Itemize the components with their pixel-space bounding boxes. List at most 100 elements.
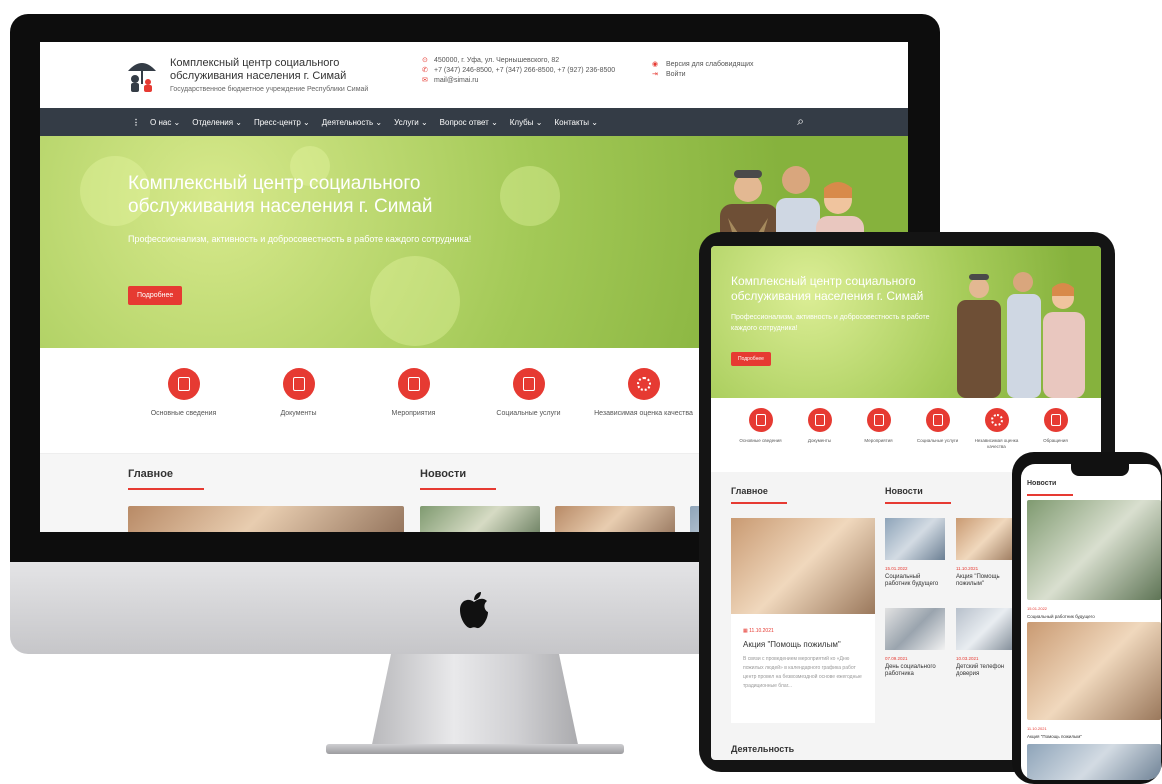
section-underline [1027, 494, 1073, 496]
phone-icon: ✆ [422, 67, 428, 74]
quick-link-info[interactable]: Основные сведения [126, 368, 241, 453]
quick-link-events[interactable]: Мероприятия [356, 368, 471, 453]
low-vision-link[interactable]: Версия для слабовидящих [666, 61, 754, 68]
desktop-stand-base [326, 744, 624, 754]
phone-screen: Новости 15.01.2022 Социальный работник б… [1021, 464, 1161, 780]
hero-title: Комплексный центр социального обслуживан… [128, 173, 433, 217]
nav-item-services[interactable]: Услуги ⌄ [394, 118, 428, 127]
section-underline [128, 488, 204, 490]
quick-link-documents[interactable]: Документы [790, 408, 849, 472]
quick-link-label: Социальные услуги [916, 438, 959, 443]
menu-dots-icon[interactable]: ⋮ [132, 118, 140, 127]
main-photo[interactable] [128, 506, 404, 532]
news-title[interactable]: Социальный работник будущего [885, 574, 945, 588]
document-icon [282, 368, 315, 400]
eye-icon: ◉ [652, 61, 659, 68]
tablet-hero-title: Комплексный центр социального обслуживан… [731, 274, 924, 303]
tablet-hero-subtitle: Профессионализм, активность и добросовес… [731, 314, 930, 332]
clipboard-icon [925, 408, 950, 432]
phone-notch [1071, 464, 1129, 476]
quick-link-services[interactable]: Социальные услуги [471, 368, 586, 453]
address-text: 450000, г. Уфа, ул. Чернышевского, 82 [434, 57, 560, 64]
header-links: ◉ Версия для слабовидящих ⇥ Войти [652, 60, 754, 80]
quick-link-label: Документы [807, 438, 832, 443]
desktop-stand [370, 654, 580, 754]
feature-title[interactable]: Акция "Помощь пожилым" [743, 640, 875, 649]
news-photo [885, 608, 945, 650]
site-header: Комплексный центр социального обслуживан… [40, 42, 908, 108]
nav-item-contacts[interactable]: Контакты ⌄ [554, 118, 597, 127]
news-photo[interactable] [555, 506, 675, 532]
hero-subtitle: Профессионализм, активность и добросовес… [128, 234, 472, 244]
email-link[interactable]: mail@simai.ru [434, 77, 478, 84]
award-icon [984, 408, 1009, 432]
feature-photo [731, 518, 875, 614]
main-nav: ⋮ О нас ⌄ Отделения ⌄ Пресс-центр ⌄ Деят… [40, 108, 908, 136]
location-pin-icon: ⊙ [422, 57, 428, 64]
nav-item-clubs[interactable]: Клубы ⌄ [510, 118, 543, 127]
news-date: 10.03.2021 [956, 656, 979, 661]
quick-link-label: Обращения [1043, 438, 1068, 443]
quick-link-label: Мероприятия [391, 410, 436, 417]
news-title[interactable]: Акция "Помощь пожилым" [956, 574, 1016, 588]
clipboard-icon [512, 368, 545, 400]
phone-news-photo[interactable] [1027, 500, 1161, 600]
org-title[interactable]: Комплексный центр социального обслуживан… [170, 57, 410, 83]
feature-card[interactable]: ▦ 11.10.2021 Акция "Помощь пожилым" В св… [731, 518, 875, 723]
feature-date-text: 11.10.2021 [749, 628, 774, 634]
quick-link-events[interactable]: Мероприятия [849, 408, 908, 472]
section-activity-title: Деятельность [731, 744, 795, 754]
news-item[interactable]: 15.01.2022 Социальный работник будущего [885, 518, 945, 588]
calendar-icon [397, 368, 430, 400]
org-subtitle: Государственное бюджетное учреждение Рес… [170, 86, 369, 93]
phones-text[interactable]: +7 (347) 246-8500, +7 (347) 266-8500, +7… [434, 67, 615, 74]
news-title[interactable]: Детский телефон доверия [956, 664, 1016, 678]
phone-device: Новости 15.01.2022 Социальный работник б… [1012, 452, 1162, 784]
quick-link-info[interactable]: Основные сведения [731, 408, 790, 472]
phone-news-title-item[interactable]: Акция "Помощь пожилым" [1027, 734, 1082, 739]
news-item[interactable]: 11.10.2021 Акция "Помощь пожилым" [956, 518, 1016, 588]
news-date: 07.09.2021 [885, 656, 908, 661]
quick-link-label: Основные сведения [150, 410, 217, 417]
phone-news-date: 11.10.2021 [1027, 726, 1047, 731]
nav-item-press[interactable]: Пресс-центр ⌄ [254, 118, 310, 127]
bokeh-decoration [500, 166, 560, 226]
phone-news-photo[interactable] [1027, 744, 1161, 780]
umbrella-logo-icon[interactable] [124, 57, 160, 93]
login-link[interactable]: Войти [666, 71, 686, 78]
news-item[interactable]: 07.09.2021 День социального работника [885, 608, 945, 678]
nav-item-departments[interactable]: Отделения ⌄ [192, 118, 242, 127]
news-date: 15.01.2022 [885, 566, 908, 571]
nav-item-about[interactable]: О нас ⌄ [150, 118, 180, 127]
news-date: 11.10.2021 [956, 566, 979, 571]
quick-link-documents[interactable]: Документы [241, 368, 356, 453]
apple-logo-icon [460, 592, 488, 629]
phone-news-photo[interactable] [1027, 622, 1161, 720]
search-icon[interactable]: ⌕ [797, 114, 804, 129]
news-item[interactable]: 10.03.2021 Детский телефон доверия [956, 608, 1016, 678]
feature-date: ▦ 11.10.2021 [743, 628, 875, 634]
mail-icon: ✉ [422, 77, 428, 84]
phone-news-title: Новости [1027, 480, 1057, 487]
section-news-title: Новости [885, 486, 923, 496]
quick-link-services[interactable]: Социальные услуги [908, 408, 967, 472]
contacts-block: ⊙ 450000, г. Уфа, ул. Чернышевского, 82 ✆… [422, 56, 615, 86]
phone-news-title-item[interactable]: Социальный работник будущего [1027, 614, 1095, 619]
quick-link-quality[interactable]: Независимая оценка качества [586, 368, 701, 453]
section-underline [731, 502, 787, 504]
person-icon [1043, 408, 1068, 432]
bokeh-decoration [370, 256, 460, 346]
tablet-more-button[interactable]: Подробнее [731, 352, 771, 366]
news-photo[interactable] [420, 506, 540, 532]
hero-more-button[interactable]: Подробнее [128, 286, 183, 305]
building-icon [167, 368, 200, 400]
quick-link-label: Документы [280, 410, 317, 417]
news-title[interactable]: День социального работника [885, 664, 945, 678]
section-underline [885, 502, 951, 504]
feature-text: В связи с проведением мероприятий ко «Дн… [743, 656, 862, 689]
nav-item-faq[interactable]: Вопрос ответ ⌄ [440, 118, 498, 127]
quick-link-label: Основные сведения [739, 438, 782, 443]
news-photo [956, 518, 1016, 560]
nav-item-activity[interactable]: Деятельность ⌄ [322, 118, 382, 127]
quick-link-label: Независимая оценка качества [594, 410, 693, 417]
